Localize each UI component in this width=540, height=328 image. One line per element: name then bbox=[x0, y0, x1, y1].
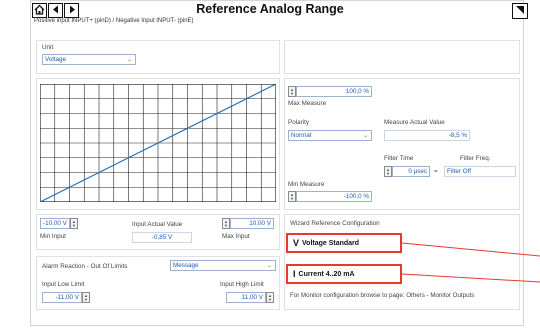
filter-time-label: Filter Time bbox=[384, 155, 414, 162]
chevron-down-icon: ⌄ bbox=[266, 263, 272, 269]
triangle-left-icon bbox=[52, 5, 60, 16]
current-4-20-label: Current 4..20 mA bbox=[298, 270, 355, 278]
voltage-standard-button[interactable]: V Voltage Standard bbox=[286, 233, 402, 253]
max-input-field[interactable]: 10,00 V bbox=[230, 218, 274, 229]
polarity-select[interactable]: Normal ⌄ bbox=[288, 130, 372, 141]
input-actual-value: -0,85 V bbox=[132, 232, 192, 243]
low-limit-field[interactable]: -11,00 V bbox=[42, 292, 82, 303]
empty-panel bbox=[284, 40, 520, 74]
current-icon: I bbox=[293, 269, 296, 279]
chevron-down-icon: ⌄ bbox=[126, 57, 132, 63]
min-measure-stepper[interactable]: ▲ ▼ bbox=[288, 191, 296, 202]
unit-value: Voltage bbox=[45, 56, 67, 63]
home-button[interactable] bbox=[32, 3, 47, 18]
low-limit-stepper[interactable]: ▲ ▼ bbox=[82, 292, 90, 303]
high-limit-label: Input High Limit bbox=[220, 281, 264, 288]
polarity-value: Normal bbox=[291, 132, 312, 139]
alarm-label: Alarm Reaction - Out Of Limits bbox=[42, 263, 128, 270]
current-4-20-button[interactable]: I Current 4..20 mA bbox=[286, 264, 402, 284]
arrow-down-right-icon bbox=[515, 5, 525, 17]
high-limit-field[interactable]: 11,00 V bbox=[226, 292, 266, 303]
wizard-title: Wizard Reference Configuration bbox=[290, 220, 380, 227]
back-button[interactable] bbox=[48, 3, 63, 18]
min-measure-label: Min Measure bbox=[288, 181, 325, 188]
chevron-down-icon: ⌄ bbox=[362, 133, 368, 139]
page-title: Reference Analog Range bbox=[196, 2, 344, 16]
triangle-right-icon bbox=[68, 5, 76, 16]
input-actual-label: Input Actual Value bbox=[132, 221, 183, 228]
voltage-standard-label: Voltage Standard bbox=[302, 239, 360, 247]
max-measure-field[interactable]: 100,0 % bbox=[296, 86, 372, 97]
alarm-select[interactable]: Message ⌄ bbox=[170, 260, 276, 271]
unit-label: Unit bbox=[42, 44, 54, 51]
voltage-icon: V bbox=[293, 238, 300, 248]
max-input-stepper[interactable]: ▲ ▼ bbox=[222, 218, 230, 229]
page-subtitle: Positive input INPUT+ (pinD) / Negative … bbox=[34, 18, 194, 24]
min-measure-field[interactable]: -100,0 % bbox=[296, 191, 372, 202]
max-measure-label: Max Measure bbox=[288, 100, 327, 107]
high-limit-stepper[interactable]: ▲ ▼ bbox=[266, 292, 274, 303]
min-input-label: Min Input bbox=[40, 233, 66, 240]
home-icon bbox=[34, 4, 45, 17]
filter-time-field[interactable]: 0 µsec bbox=[392, 166, 430, 177]
filter-freq-value: Filter Off bbox=[444, 166, 516, 177]
min-input-stepper[interactable]: ▲ ▼ bbox=[70, 218, 78, 229]
unit-select[interactable]: Voltage ⌄ bbox=[42, 54, 136, 65]
measure-actual-label: Measure Actual Value bbox=[384, 119, 445, 126]
max-input-label: Max Input bbox=[222, 233, 250, 240]
callout-lines bbox=[401, 242, 540, 283]
monitor-note: For Monitor configuration browse to page… bbox=[290, 292, 475, 299]
alarm-value: Message bbox=[173, 262, 199, 269]
minimize-button[interactable] bbox=[512, 3, 528, 19]
filter-freq-label: Filter Freq. bbox=[460, 155, 491, 162]
equals-sign: = bbox=[434, 168, 438, 175]
low-limit-label: Input Low Limit bbox=[42, 281, 85, 288]
range-chart bbox=[40, 84, 276, 202]
polarity-label: Polarity bbox=[288, 119, 309, 126]
filter-time-stepper[interactable]: ▲ ▼ bbox=[384, 166, 392, 177]
measure-actual-value: -8,5 % bbox=[384, 130, 470, 141]
max-measure-stepper[interactable]: ▲ ▼ bbox=[288, 86, 296, 97]
forward-button[interactable] bbox=[64, 3, 79, 18]
min-input-field[interactable]: -10,00 V bbox=[40, 218, 70, 229]
